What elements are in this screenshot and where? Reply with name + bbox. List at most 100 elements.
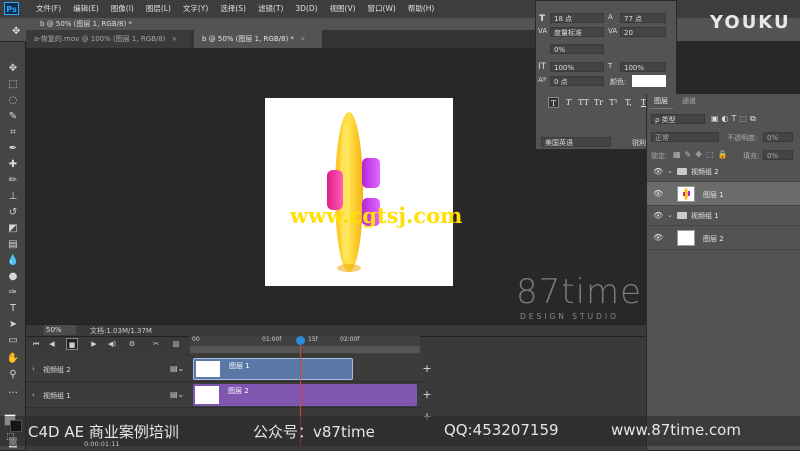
tab-channels[interactable]: 通道: [677, 94, 701, 108]
studio-logo: 87time: [516, 272, 643, 312]
pen-tool-icon[interactable]: ✑: [4, 286, 22, 300]
menu-help[interactable]: 帮助(H): [402, 0, 441, 18]
quick-select-icon[interactable]: ✎: [4, 110, 22, 124]
blend-mode-select[interactable]: 正常: [651, 132, 719, 142]
menu-edit[interactable]: 编辑(E): [67, 0, 105, 18]
rectangle-tool-icon[interactable]: ▭: [4, 334, 22, 348]
menu-view[interactable]: 视图(V): [324, 0, 362, 18]
all-caps-button[interactable]: TT: [578, 97, 589, 108]
eraser-icon[interactable]: ◩: [4, 222, 22, 236]
path-select-icon[interactable]: ➤: [4, 318, 22, 332]
layer-filter-select[interactable]: ρ 类型: [651, 114, 705, 124]
lock-icons[interactable]: ▦✎✥⬚🔒: [673, 150, 731, 159]
chevron-right-icon[interactable]: ›: [32, 365, 35, 373]
vertical-scale-field[interactable]: 100%: [550, 62, 604, 72]
crop-tool-icon[interactable]: ⌗: [4, 126, 22, 140]
faux-italic-button[interactable]: T: [563, 97, 574, 108]
blur-tool-icon[interactable]: 💧: [4, 254, 22, 268]
baseline-field[interactable]: 0 点: [550, 76, 604, 86]
tab-b[interactable]: b @ 50% (图层 1, RGB/8) * ×: [194, 30, 322, 48]
next-frame-icon[interactable]: ▶: [88, 338, 100, 350]
visibility-eye-icon[interactable]: 👁: [653, 189, 663, 198]
clip-layer-1[interactable]: 图层 1: [193, 358, 353, 380]
clip-thumbnail: [195, 386, 219, 404]
leading-field[interactable]: 77 点: [620, 13, 666, 23]
subscript-button[interactable]: T,: [623, 97, 634, 108]
film-options-icon[interactable]: ▤⌄: [170, 364, 184, 373]
previous-frame-icon[interactable]: ◀: [46, 338, 58, 350]
go-to-first-frame-icon[interactable]: ⏮: [30, 338, 42, 350]
document-tabs: a-恢复的.mov @ 100% (图层 1, RGB/8) × b @ 50% …: [26, 30, 546, 48]
type-tool-icon[interactable]: T: [4, 302, 22, 316]
gradient-tool-icon[interactable]: ▤: [4, 238, 22, 252]
stop-icon[interactable]: ■: [66, 338, 78, 350]
tracking-field[interactable]: 20: [620, 27, 666, 37]
brush-tool-icon[interactable]: ✏: [4, 174, 22, 188]
hand-tool-icon[interactable]: ✋: [4, 352, 22, 366]
superscript-button[interactable]: T¹: [608, 97, 619, 108]
playhead-handle[interactable]: [296, 336, 305, 345]
layer-row-layer-2[interactable]: 👁 图层 2: [647, 226, 800, 250]
document-size[interactable]: 文档:1.03M/1.37M: [90, 326, 152, 336]
tab-a-mov[interactable]: a-恢复的.mov @ 100% (图层 1, RGB/8) ×: [26, 30, 191, 48]
visibility-eye-icon[interactable]: 👁: [653, 167, 663, 176]
menu-image[interactable]: 图像(I): [105, 0, 140, 18]
split-scissors-icon[interactable]: ✂: [150, 338, 162, 350]
menu-items: 文件(F) 编辑(E) 图像(I) 图层(L) 文字(Y) 选择(S) 滤镜(T…: [30, 0, 440, 18]
menu-type[interactable]: 文字(Y): [177, 0, 214, 18]
chevron-right-icon[interactable]: ›: [32, 391, 35, 399]
menu-3d[interactable]: 3D(D): [289, 0, 323, 18]
filter-type-icons[interactable]: ▣◐T⬚⧉: [711, 114, 797, 124]
work-area-bar[interactable]: [190, 346, 420, 353]
lasso-tool-icon[interactable]: ◌: [4, 94, 22, 108]
settings-gear-icon[interactable]: ⚙: [126, 338, 138, 350]
menu-select[interactable]: 选择(S): [214, 0, 252, 18]
text-color-swatch[interactable]: [632, 75, 666, 87]
close-icon[interactable]: ×: [171, 35, 177, 43]
zoom-field[interactable]: 50%: [44, 325, 76, 335]
zoom-tool-icon[interactable]: ⚲: [4, 368, 22, 382]
scale-field[interactable]: 0%: [550, 44, 604, 54]
clone-stamp-icon[interactable]: ⊥: [4, 190, 22, 204]
youku-logo: YOUKU: [710, 12, 791, 33]
visibility-eye-icon[interactable]: 👁: [653, 233, 663, 242]
menu-layer[interactable]: 图层(L): [140, 0, 177, 18]
visibility-eye-icon[interactable]: 👁: [653, 211, 663, 220]
antialias-label[interactable]: 锐利: [632, 138, 646, 148]
opacity-field[interactable]: 0%: [763, 132, 793, 142]
healing-brush-icon[interactable]: ✚: [4, 158, 22, 172]
add-media-button[interactable]: +: [420, 362, 434, 376]
font-size-field[interactable]: 18 点: [550, 13, 604, 23]
menu-file[interactable]: 文件(F): [30, 0, 67, 18]
layer-row-layer-1[interactable]: 👁 图层 1: [647, 182, 800, 206]
horizontal-scale-field[interactable]: 100%: [620, 62, 666, 72]
layer-row-group-1[interactable]: 👁 ⌄ 视频组 1: [647, 206, 800, 226]
dodge-tool-icon[interactable]: ●: [4, 270, 22, 284]
move-tool-icon[interactable]: ✥: [4, 62, 22, 76]
layer-row-group-2[interactable]: 👁 ⌄ 视频组 2: [647, 162, 800, 182]
audio-icon[interactable]: ◀): [106, 338, 118, 350]
tab-layers[interactable]: 图层: [649, 94, 673, 109]
menu-filter[interactable]: 滤镜(T): [252, 0, 289, 18]
faux-bold-button[interactable]: T: [548, 97, 559, 108]
document-canvas[interactable]: [265, 98, 453, 286]
film-options-icon[interactable]: ▤⌄: [170, 390, 184, 399]
language-select[interactable]: 美国英语: [541, 137, 611, 147]
chevron-down-icon[interactable]: ⌄: [667, 211, 673, 219]
transition-icon[interactable]: ▨: [170, 338, 182, 350]
layer-name: 视频组 2: [691, 168, 719, 176]
close-icon[interactable]: ×: [300, 35, 306, 43]
add-media-button[interactable]: +: [420, 388, 434, 402]
kerning-field[interactable]: 度量标准: [550, 27, 604, 37]
menu-window[interactable]: 窗口(W): [362, 0, 402, 18]
marquee-tool-icon[interactable]: ⬚: [4, 78, 22, 92]
chevron-down-icon[interactable]: ⌄: [667, 167, 673, 175]
clip-layer-2[interactable]: 图层 2: [193, 384, 417, 406]
render-video-icon[interactable]: ⬚: [6, 432, 15, 442]
history-brush-icon[interactable]: ↺: [4, 206, 22, 220]
eyedropper-icon[interactable]: ✒: [4, 142, 22, 156]
move-tool-option-icon[interactable]: ✥: [12, 26, 20, 37]
more-tools-icon[interactable]: …: [4, 384, 22, 398]
fill-field[interactable]: 0%: [763, 150, 793, 160]
small-caps-button[interactable]: Tr: [593, 97, 604, 108]
